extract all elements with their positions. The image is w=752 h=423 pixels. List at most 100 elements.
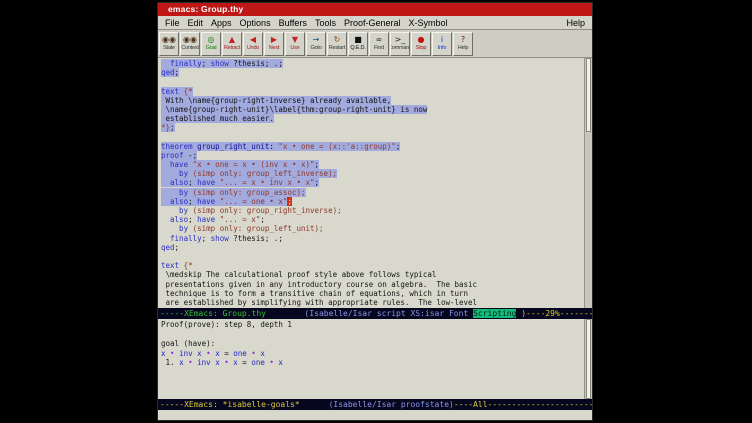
modeline-segment: -----XEmacs: Group.thy <box>160 309 266 318</box>
toolbar-button-label: Goal <box>206 45 217 52</box>
restart-button[interactable]: ↻Restart <box>327 32 347 56</box>
command-icon: >_ <box>395 35 406 45</box>
code-line: goal (have): <box>161 339 583 349</box>
qed-button[interactable]: ■Q.E.D. <box>348 32 368 56</box>
toolbar-button-label: Retract <box>224 45 240 52</box>
processed-region-highlight: by (simp only: group_assoc); <box>161 188 306 197</box>
menu-item-tools[interactable]: Tools <box>311 18 340 28</box>
processed-region-highlight: established much easier. <box>161 114 274 123</box>
use-icon: ▼ <box>292 35 298 45</box>
code-line: proof -; <box>161 151 583 160</box>
script-scrollbar-thumb[interactable] <box>586 58 591 132</box>
modeline-segment: (Isabelle/Isar proofstate) <box>329 400 454 409</box>
script-buffer-text: finally; show ?thesis; .;qed;text {* Wit… <box>161 59 583 308</box>
code-line <box>161 252 583 261</box>
qed-icon: ■ <box>354 35 362 45</box>
script-modeline: -----XEmacs: Group.thy (Isabelle/Isar sc… <box>158 308 592 319</box>
xemacs-window: emacs: Group.thy FileEditAppsOptionsBuff… <box>157 2 593 421</box>
processed-region-highlight: finally; show ?thesis; .; <box>161 59 283 68</box>
next-icon: ▶ <box>271 35 277 45</box>
toolbar-button-label: Q.E.D. <box>350 45 365 52</box>
retract-button[interactable]: ▲Retract <box>222 32 242 56</box>
code-line: established much easier. <box>161 114 583 123</box>
menu-item-edit[interactable]: Edit <box>184 18 208 28</box>
context-eyes-icon: ◉◉ <box>183 35 197 45</box>
menu-item-proof-general[interactable]: Proof-General <box>340 18 405 28</box>
script-buffer[interactable]: finally; show ?thesis; .;qed;text {* Wit… <box>158 58 592 308</box>
text-cursor: ; <box>287 197 292 206</box>
toolbar-button-label: Goto <box>310 45 321 52</box>
menu-item-options[interactable]: Options <box>236 18 275 28</box>
code-line: finally; show ?thesis; .; <box>161 234 583 243</box>
goals-modeline: -----XEmacs: *isabelle-goals* (Isabelle/… <box>158 399 592 410</box>
modeline-segment: )----29%--------------------------------… <box>516 309 592 318</box>
find-button[interactable]: ∞Find <box>369 32 389 56</box>
toolbar-button-label: Next <box>269 45 280 52</box>
goto-button[interactable]: →Goto <box>306 32 326 56</box>
undo-icon: ◀ <box>250 35 256 45</box>
stop-button[interactable]: ●Stop <box>411 32 431 56</box>
toolbar-button-label: Use <box>290 45 299 52</box>
code-line: 1. x • inv x • x = one • x <box>161 358 583 368</box>
menu-item-help[interactable]: Help <box>562 18 589 28</box>
processed-region-highlight: proof -; <box>161 151 197 160</box>
next-button[interactable]: ▶Next <box>264 32 284 56</box>
info-icon: i <box>441 35 443 45</box>
toolbar-button-label: Restart <box>329 45 345 52</box>
toolbar-button-label: Context <box>181 45 199 52</box>
info-button[interactable]: iInfo <box>432 32 452 56</box>
context-button[interactable]: ◉◉Context <box>180 32 200 56</box>
menu-item-buffers[interactable]: Buffers <box>275 18 311 28</box>
modeline-segment: -----XEmacs: *isabelle-goals* <box>160 400 300 409</box>
goal-icon: ◎ <box>208 35 215 45</box>
processed-region-highlight: by (simp only: group_left_inverse); <box>161 169 337 178</box>
toolbar-button-label: Help <box>458 45 469 52</box>
toolbar-button-label: Stop <box>416 45 427 52</box>
script-scrollbar[interactable] <box>584 58 592 308</box>
minibuffer[interactable] <box>158 410 592 420</box>
code-line: also; have "... = x • inv x • x"; <box>161 178 583 187</box>
undo-button[interactable]: ◀Undo <box>243 32 263 56</box>
toolbar-button-label: Info <box>438 45 446 52</box>
goals-scrollbar[interactable] <box>584 319 592 399</box>
goals-scrollbar-thumb[interactable] <box>586 319 591 399</box>
goal-button[interactable]: ◎Goal <box>201 32 221 56</box>
processed-region-highlight: also; have "... = x • inv x • x"; <box>161 178 319 187</box>
help-button[interactable]: ?Help <box>453 32 473 56</box>
proof-general-toolbar: ◉◉State◉◉Context◎Goal▲Retract◀Undo▶Next▼… <box>158 30 592 58</box>
code-line: logical details of equational reasoning … <box>161 307 583 308</box>
use-button[interactable]: ▼Use <box>285 32 305 56</box>
retract-icon: ▲ <box>229 35 235 45</box>
modeline-segment <box>300 400 329 409</box>
window-titlebar[interactable]: emacs: Group.thy <box>158 3 592 16</box>
toolbar-button-label: Find <box>374 45 384 52</box>
code-line: by (simp only: group_left_unit); <box>161 224 583 233</box>
processed-region-highlight: qed; <box>161 68 179 77</box>
code-line: qed; <box>161 68 583 77</box>
modeline-segment: ----All---------------------------------… <box>454 400 592 409</box>
processed-region-highlight: text {* <box>161 87 193 96</box>
code-line: also; have "... = one • x"; <box>161 197 583 206</box>
menu-item-apps[interactable]: Apps <box>207 18 236 28</box>
state-eyes-icon: ◉◉ <box>162 35 176 45</box>
state-button[interactable]: ◉◉State <box>159 32 179 56</box>
command-button[interactable]: >_Command <box>390 32 410 56</box>
toolbar-button-label: Command <box>390 45 410 52</box>
code-line: qed; <box>161 243 583 252</box>
processed-region-highlight: With \name{group-right-inverse} already … <box>161 96 391 105</box>
goals-buffer[interactable]: Proof(prove): step 8, depth 1goal (have)… <box>158 319 592 399</box>
code-line: With \name{group-right-inverse} already … <box>161 96 583 105</box>
code-line <box>161 330 583 340</box>
goto-icon: → <box>313 35 320 45</box>
code-line: by (simp only: group_right_inverse); <box>161 206 583 215</box>
code-line: also; have "... = x"; <box>161 215 583 224</box>
find-binoculars-icon: ∞ <box>376 35 383 45</box>
menu-item-x-symbol[interactable]: X-Symbol <box>404 18 451 28</box>
code-line: \name{group-right-unit}\label{thm:group-… <box>161 105 583 114</box>
processed-region-highlight: have "x • one = x • (inv x • x)"; <box>161 160 319 169</box>
code-line: by (simp only: group_assoc); <box>161 188 583 197</box>
help-icon: ? <box>461 35 465 45</box>
modeline-segment <box>266 309 305 318</box>
stop-icon: ● <box>418 35 425 45</box>
menu-item-file[interactable]: File <box>161 18 184 28</box>
